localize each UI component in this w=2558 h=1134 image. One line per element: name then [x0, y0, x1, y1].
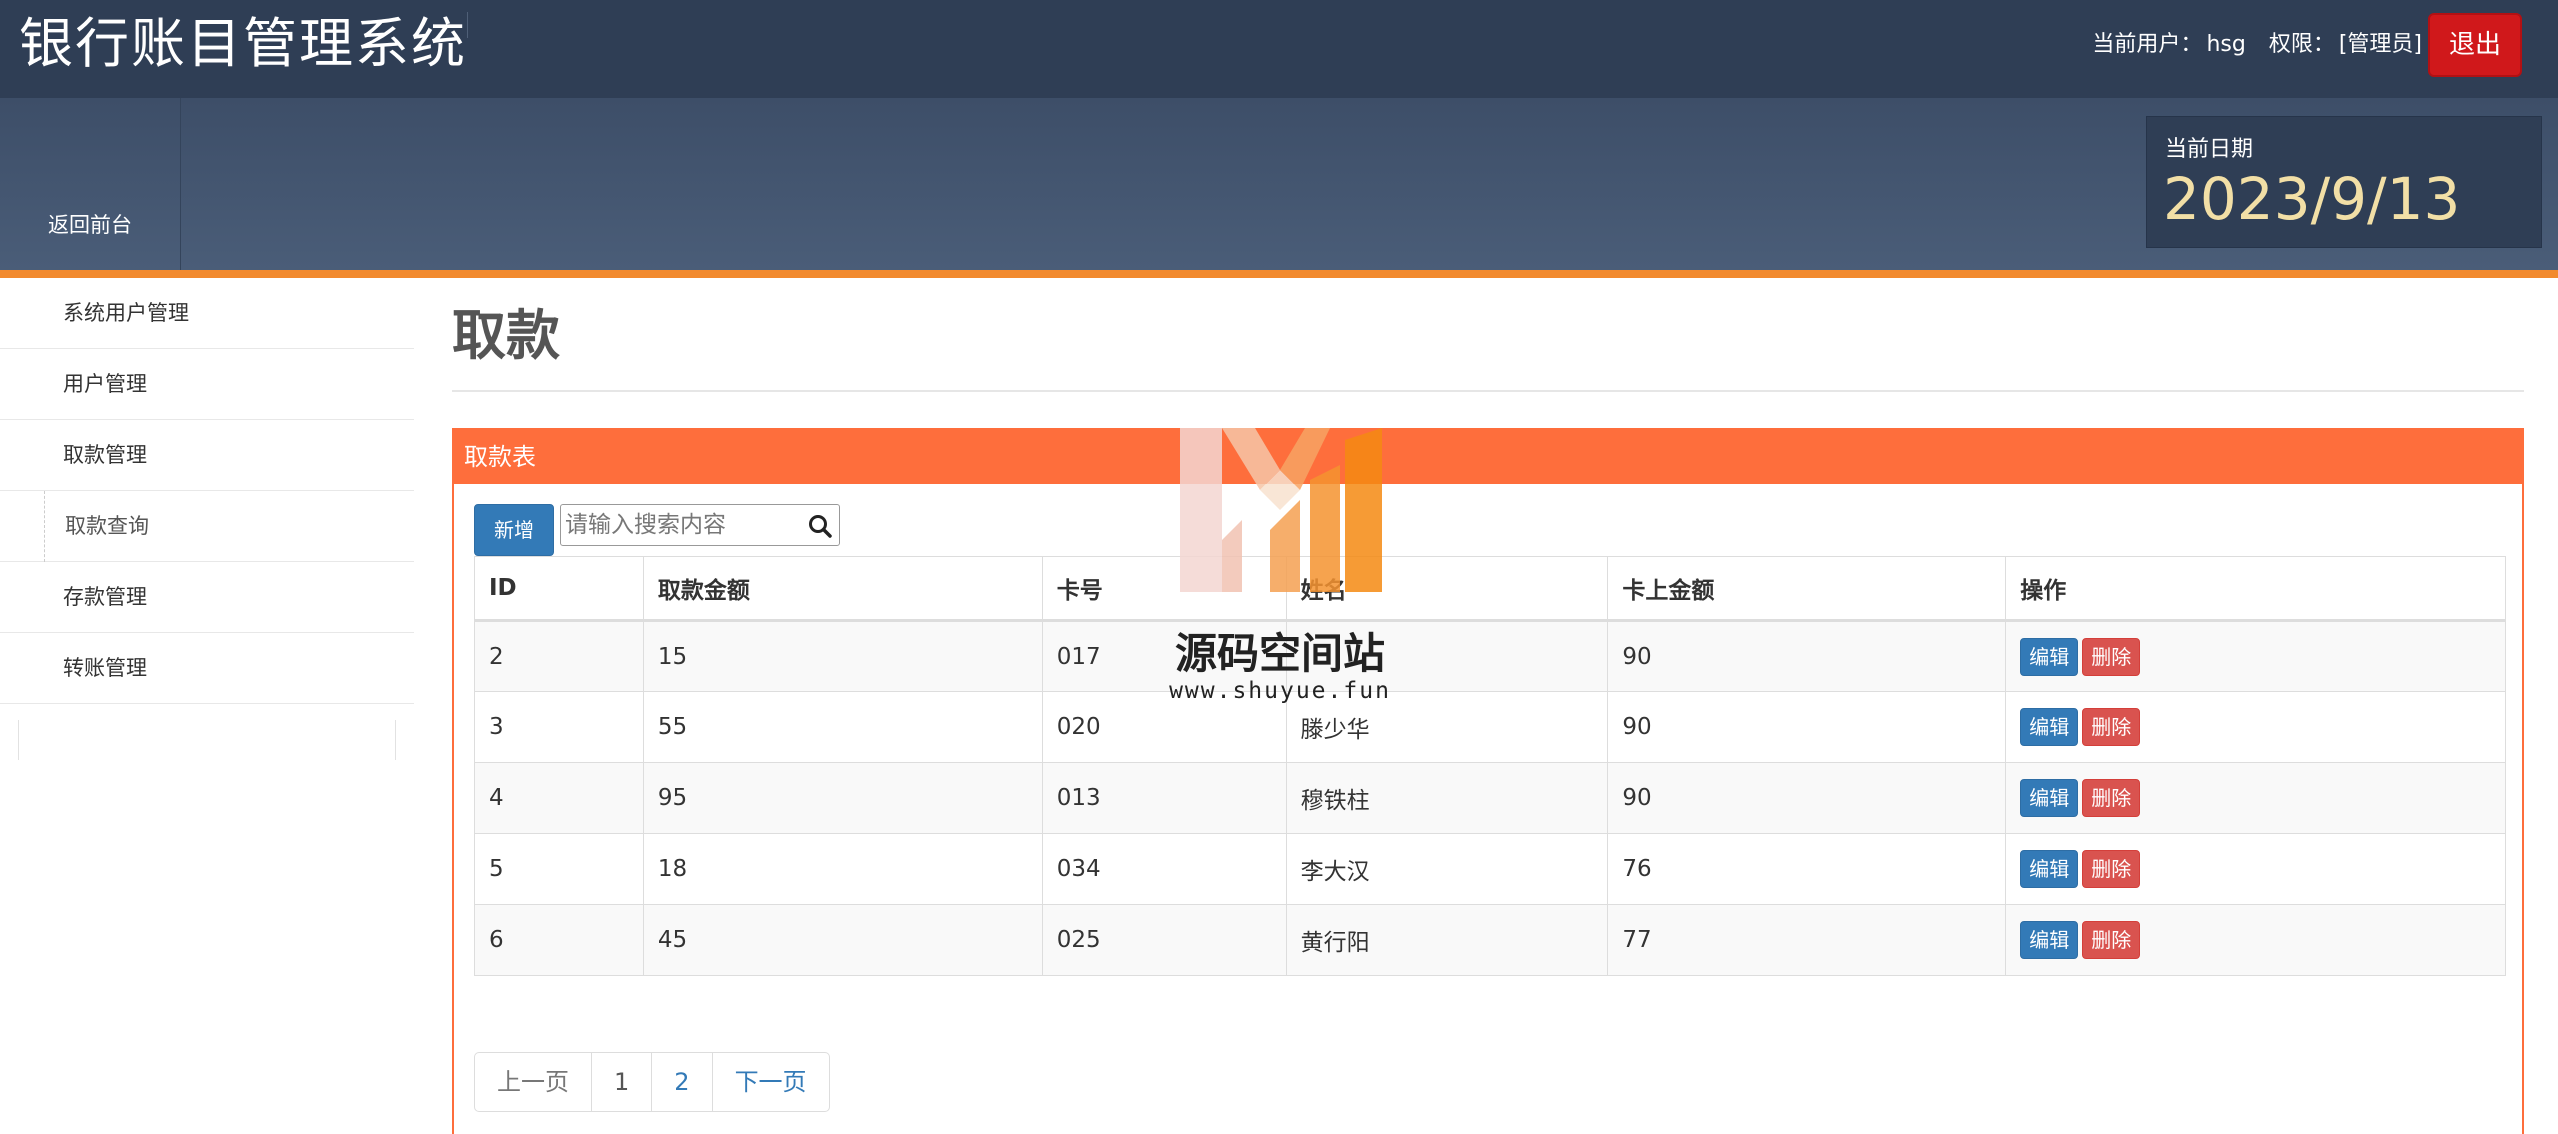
- column-header-balance: 卡上金额: [1607, 556, 2007, 622]
- cell-id: 4: [474, 762, 644, 834]
- cell-id: 2: [474, 620, 644, 692]
- cell-actions: 编辑 删除: [2005, 762, 2506, 834]
- sidebar-item-system-users[interactable]: 系统用户管理: [0, 278, 414, 349]
- column-header-id: ID: [474, 556, 644, 622]
- sidebar-item-withdrawal-query[interactable]: 取款查询: [0, 491, 414, 562]
- withdrawal-panel: 取款表 新增 ID 取款金额 卡号 姓名 卡上金额 操作 2 15: [452, 428, 2524, 1134]
- pagination: 上一页 1 2 下一页: [474, 1052, 830, 1112]
- sidebar: 系统用户管理 用户管理 取款管理 取款查询 存款管理 转账管理: [0, 278, 414, 760]
- subbar-divider: [180, 98, 181, 270]
- delete-button[interactable]: 删除: [2082, 708, 2141, 746]
- cell-actions: 编辑 删除: [2005, 620, 2506, 692]
- search-input[interactable]: [561, 505, 801, 545]
- table-header-row: ID 取款金额 卡号 姓名 卡上金额 操作: [474, 556, 2506, 622]
- logout-button[interactable]: 退出: [2428, 13, 2522, 77]
- cell-card: 025: [1041, 904, 1287, 976]
- cell-balance: 90: [1607, 762, 2007, 834]
- delete-button[interactable]: 删除: [2082, 921, 2141, 959]
- add-button[interactable]: 新增: [474, 504, 554, 556]
- cell-card: 034: [1041, 833, 1287, 905]
- cell-actions: 编辑 删除: [2005, 833, 2506, 905]
- cell-card: 013: [1041, 762, 1287, 834]
- title-divider-line: [452, 390, 2524, 392]
- cell-amount: 55: [642, 691, 1043, 763]
- cell-name: 李大汉: [1285, 833, 1609, 905]
- table-row: 2 15 017 90 编辑 删除: [474, 620, 2506, 692]
- edit-button[interactable]: 编辑: [2020, 850, 2079, 888]
- sidebar-item-transfers[interactable]: 转账管理: [0, 633, 414, 704]
- cell-id: 6: [474, 904, 644, 976]
- next-page-button[interactable]: 下一页: [711, 1053, 829, 1111]
- role-value: [管理员]: [2338, 32, 2422, 57]
- cell-balance: 77: [1607, 904, 2007, 976]
- sidebar-item-users[interactable]: 用户管理: [0, 349, 414, 420]
- delete-button[interactable]: 删除: [2082, 779, 2141, 817]
- table-row: 3 55 020 滕少华 90 编辑 删除: [474, 691, 2506, 763]
- page-2-button[interactable]: 2: [651, 1053, 711, 1111]
- search-box: [560, 504, 840, 546]
- sidebar-footer: [18, 720, 396, 760]
- header-accent-line: [0, 270, 2558, 278]
- cell-balance: 90: [1607, 620, 2007, 692]
- cell-name: 黄行阳: [1285, 904, 1609, 976]
- table-row: 5 18 034 李大汉 76 编辑 删除: [474, 833, 2506, 905]
- table-row: 4 95 013 穆铁柱 90 编辑 删除: [474, 762, 2506, 834]
- cell-amount: 18: [642, 833, 1043, 905]
- current-date-box: 当前日期 2023/9/13: [2146, 116, 2542, 248]
- current-user-label: 当前用户：: [2092, 32, 2203, 57]
- cell-name: 滕少华: [1285, 691, 1609, 763]
- sub-header: 返回前台 当前日期 2023/9/13: [0, 98, 2558, 270]
- sidebar-item-withdrawals[interactable]: 取款管理: [0, 420, 414, 491]
- current-user-name: hsg: [2206, 32, 2246, 57]
- user-info: 当前用户： hsg 权限： [管理员]: [2088, 28, 2422, 62]
- top-bar: 银行账目管理系统 当前用户： hsg 权限： [管理员] 退出: [0, 0, 2558, 98]
- column-header-card: 卡号: [1041, 556, 1287, 622]
- edit-button[interactable]: 编辑: [2020, 779, 2079, 817]
- column-header-amount: 取款金额: [642, 556, 1043, 622]
- cell-actions: 编辑 删除: [2005, 904, 2506, 976]
- prev-page-button[interactable]: 上一页: [475, 1053, 591, 1111]
- table-row: 6 45 025 黄行阳 77 编辑 删除: [474, 904, 2506, 976]
- delete-button[interactable]: 删除: [2082, 637, 2141, 676]
- cell-balance: 90: [1607, 691, 2007, 763]
- sidebar-item-deposits[interactable]: 存款管理: [0, 562, 414, 633]
- cell-card: 017: [1041, 620, 1287, 692]
- title-divider: [467, 12, 468, 38]
- cell-amount: 45: [642, 904, 1043, 976]
- cell-card: 020: [1041, 691, 1287, 763]
- cell-id: 5: [474, 833, 644, 905]
- edit-button[interactable]: 编辑: [2020, 708, 2079, 746]
- withdrawal-table: ID 取款金额 卡号 姓名 卡上金额 操作 2 15 017 90 编辑 删除 3: [474, 556, 2506, 976]
- cell-amount: 95: [642, 762, 1043, 834]
- current-date-value: 2023/9/13: [2163, 165, 2461, 233]
- cell-name: [1285, 620, 1609, 692]
- search-icon[interactable]: [807, 513, 833, 539]
- delete-button[interactable]: 删除: [2082, 850, 2141, 888]
- column-header-name: 姓名: [1285, 556, 1609, 622]
- role-label: 权限：: [2268, 32, 2335, 57]
- page-1-button[interactable]: 1: [591, 1053, 651, 1111]
- cell-id: 3: [474, 691, 644, 763]
- cell-actions: 编辑 删除: [2005, 691, 2506, 763]
- cell-name: 穆铁柱: [1285, 762, 1609, 834]
- edit-button[interactable]: 编辑: [2020, 921, 2079, 959]
- panel-heading: 取款表: [454, 430, 2522, 484]
- page-title: 取款: [452, 304, 560, 367]
- column-header-actions: 操作: [2005, 556, 2506, 622]
- cell-amount: 15: [642, 620, 1043, 692]
- back-to-frontend-link[interactable]: 返回前台: [0, 196, 180, 270]
- edit-button[interactable]: 编辑: [2020, 637, 2079, 676]
- app-title: 银行账目管理系统: [19, 12, 467, 75]
- current-date-label: 当前日期: [2165, 137, 2254, 162]
- cell-balance: 76: [1607, 833, 2007, 905]
